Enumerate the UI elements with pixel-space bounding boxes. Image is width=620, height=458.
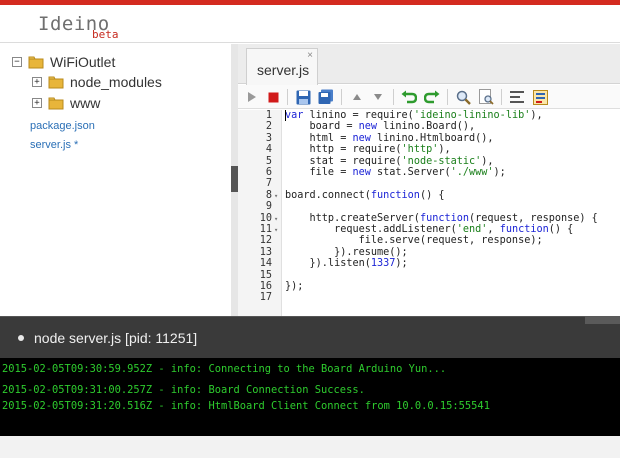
- code-line[interactable]: file.serve(request, response);: [285, 235, 543, 246]
- editor-pane: server.js × 1 2 3 4 5 6 7 8 ▾ 9 10 ▾ 11 ▾ 12 13 14 15 16 17…: [238, 44, 620, 316]
- line-number: 5: [265, 155, 272, 167]
- stop-icon[interactable]: [265, 89, 281, 105]
- run-icon[interactable]: [244, 89, 260, 105]
- save-icon[interactable]: [295, 89, 311, 105]
- line-number-gutter: 1 2 3 4 5 6 7 8 ▾ 9 10 ▾ 11 ▾ 12 13 14 15 16 17: [238, 110, 282, 316]
- line-number: 12: [259, 235, 272, 247]
- code-line[interactable]: board = new linino.Board(),: [285, 121, 476, 132]
- format-icon[interactable]: [509, 89, 525, 105]
- fold-toggle-icon[interactable]: ▾: [274, 214, 282, 225]
- toolbar-divider: [341, 89, 342, 105]
- line-number: 15: [259, 269, 272, 281]
- settings-icon[interactable]: [532, 89, 548, 105]
- toolbar-divider: [287, 89, 288, 105]
- close-tab-icon[interactable]: ×: [307, 50, 313, 61]
- expand-toggle-icon[interactable]: +: [32, 77, 42, 87]
- beta-badge: beta: [92, 28, 119, 41]
- replace-icon[interactable]: [478, 89, 494, 105]
- code-line[interactable]: }).listen(1337);: [285, 258, 408, 269]
- line-number: 6: [265, 167, 272, 178]
- code-line[interactable]: request.addListener('end', function() {: [285, 224, 573, 235]
- tree-file-server-js[interactable]: server.js *: [30, 139, 78, 151]
- folder-icon: [48, 76, 64, 89]
- console-log-line: 2015-02-05T09:30:59.952Z - info: Connect…: [2, 363, 447, 375]
- redo-icon[interactable]: [424, 89, 440, 105]
- code-line[interactable]: file = new stat.Server('./www');: [285, 167, 506, 178]
- tree-root-wifioutlet[interactable]: − WiFiOutlet: [12, 52, 115, 72]
- toolbar-divider: [447, 89, 448, 105]
- code-line[interactable]: stat = require('node-static'),: [285, 156, 494, 167]
- app-header: Ideino beta: [0, 5, 620, 43]
- fold-toggle-icon[interactable]: ▾: [274, 225, 282, 236]
- line-number: 3: [265, 132, 272, 144]
- undo-icon[interactable]: [401, 89, 417, 105]
- tree-folder-label: www: [70, 95, 101, 111]
- tab-label: server.js: [257, 62, 310, 78]
- editor-tab-strip: server.js ×: [238, 44, 620, 85]
- line-number: 13: [259, 246, 272, 258]
- console-output[interactable]: 2015-02-05T09:30:59.952Z - info: Connect…: [0, 358, 620, 436]
- line-number: 11: [259, 224, 272, 235]
- fold-toggle-icon[interactable]: ▾: [274, 191, 282, 202]
- console-log-line: 2015-02-05T09:31:20.516Z - info: HtmlBoa…: [2, 400, 490, 412]
- line-number: 16: [259, 281, 272, 292]
- file-tree-sidebar: − WiFiOutlet + node_modules + www packag…: [0, 44, 231, 316]
- line-number: 14: [259, 258, 272, 270]
- line-number: 7: [265, 178, 272, 190]
- process-status-dot: [18, 335, 24, 341]
- code-line[interactable]: http = require('http'),: [285, 144, 451, 155]
- folder-icon: [28, 56, 44, 69]
- console-log-line: 2015-02-05T09:31:00.257Z - info: Board C…: [2, 384, 365, 396]
- collapse-toggle-icon[interactable]: −: [12, 57, 22, 67]
- tree-folder-www[interactable]: + www: [32, 93, 100, 113]
- expand-toggle-icon[interactable]: +: [32, 98, 42, 108]
- text-cursor: [285, 110, 286, 121]
- console-header-accent: [585, 316, 620, 324]
- code-line[interactable]: var linino = require('ideino-linino-lib'…: [285, 110, 543, 121]
- save-all-icon[interactable]: [318, 89, 334, 105]
- arrow-down-icon[interactable]: [370, 89, 386, 105]
- line-number: 10: [259, 212, 272, 224]
- line-number: 17: [259, 292, 272, 304]
- console-title[interactable]: node server.js [pid: 11251]: [34, 330, 197, 346]
- line-number: 4: [265, 144, 272, 156]
- line-number: 1: [265, 110, 272, 121]
- splitter-handle[interactable]: [231, 166, 238, 192]
- code-line[interactable]: }).resume();: [285, 247, 408, 258]
- tree-folder-label: node_modules: [70, 74, 162, 90]
- code-line[interactable]: html = new linino.Htmlboard(),: [285, 133, 494, 144]
- toolbar-divider: [393, 89, 394, 105]
- search-icon[interactable]: [455, 89, 471, 105]
- tab-server-js[interactable]: server.js ×: [246, 48, 318, 85]
- arrow-up-icon[interactable]: [349, 89, 365, 105]
- folder-icon: [48, 97, 64, 110]
- tree-file-package-json[interactable]: package.json: [30, 120, 95, 132]
- editor-toolbar: [238, 85, 620, 109]
- tree-root-label: WiFiOutlet: [50, 54, 116, 70]
- code-line[interactable]: });: [285, 281, 303, 292]
- console-header: node server.js [pid: 11251]: [0, 316, 620, 358]
- footer-bar: [0, 436, 620, 458]
- code-line[interactable]: http.createServer(function(request, resp…: [285, 213, 598, 224]
- code-line[interactable]: board.connect(function() {: [285, 190, 445, 201]
- line-number: 8: [265, 189, 272, 201]
- line-number: 9: [265, 201, 272, 213]
- tree-folder-node-modules[interactable]: + node_modules: [32, 72, 162, 92]
- toolbar-divider: [501, 89, 502, 105]
- code-editor[interactable]: 1 2 3 4 5 6 7 8 ▾ 9 10 ▾ 11 ▾ 12 13 14 15 16 17 var linino …: [238, 110, 620, 316]
- line-number: 2: [265, 121, 272, 133]
